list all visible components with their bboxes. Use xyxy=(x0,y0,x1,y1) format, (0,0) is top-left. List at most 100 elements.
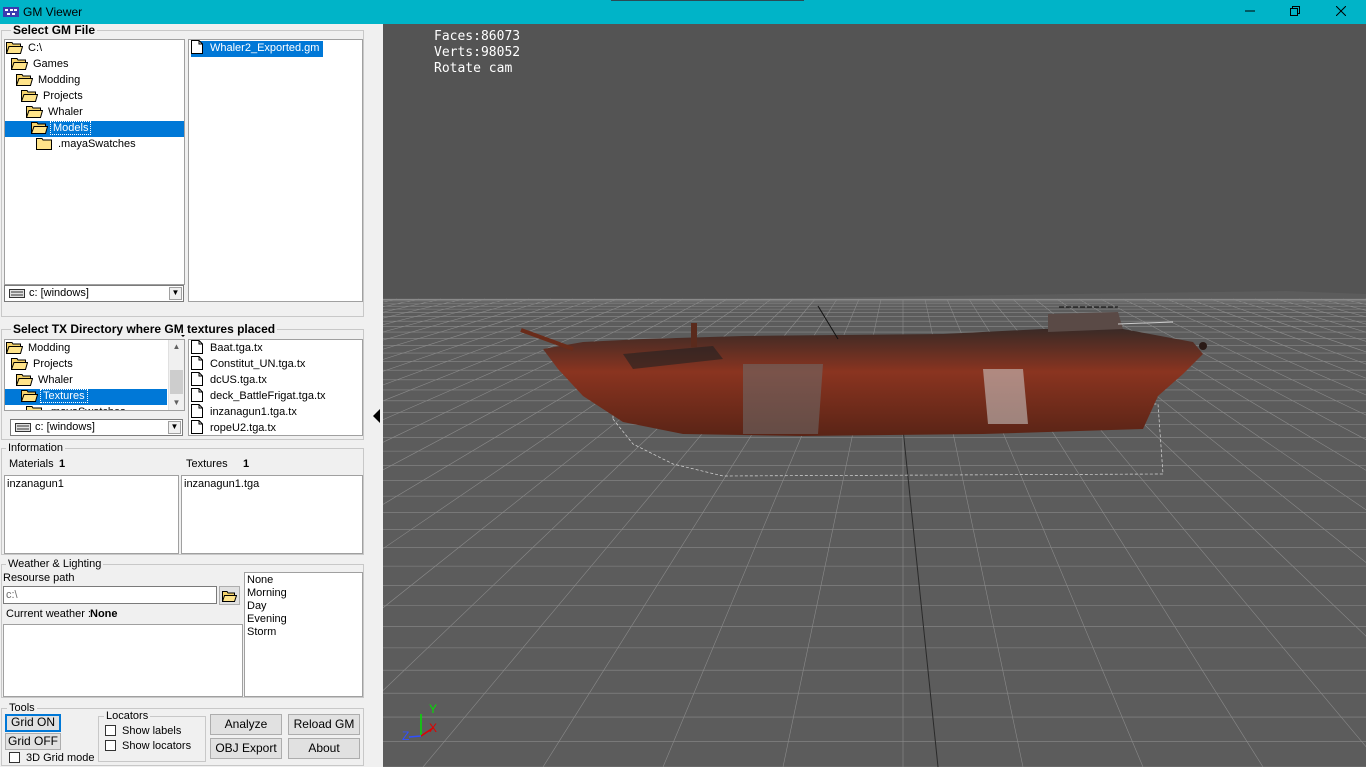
tree-item[interactable]: Projects xyxy=(11,357,75,373)
file-icon xyxy=(191,340,203,355)
scroll-up-icon[interactable]: ▲ xyxy=(169,340,184,354)
reload-gm-button[interactable]: Reload GM xyxy=(288,714,360,735)
tree-item-label: Modding xyxy=(38,74,81,86)
analyze-button[interactable]: Analyze xyxy=(210,714,282,735)
list-item[interactable]: ropeU2.tga.tx xyxy=(191,420,277,435)
current-weather-label: Current weather : xyxy=(6,608,91,620)
weather-options-list[interactable]: None Morning Day Evening Storm xyxy=(244,572,363,697)
z-axis-label: Z xyxy=(402,729,409,743)
tree-item[interactable]: Textures xyxy=(21,389,88,405)
restore-button[interactable] xyxy=(1272,0,1318,24)
minimize-button[interactable] xyxy=(1227,0,1273,24)
weather-option[interactable]: None xyxy=(247,574,273,587)
panel-splitter-arrow-icon[interactable] xyxy=(373,409,380,423)
weather-option[interactable]: Storm xyxy=(247,626,276,639)
folder-open-icon xyxy=(31,121,48,134)
gm-file-list[interactable]: Whaler2_Exported.gm xyxy=(188,39,363,302)
chevron-down-icon[interactable]: ▼ xyxy=(168,421,181,434)
list-item[interactable]: inzanagun1 xyxy=(7,477,64,493)
folder-open-icon xyxy=(16,373,33,386)
weather-option[interactable]: Day xyxy=(247,600,267,613)
list-item-label: dcUS.tga.tx xyxy=(210,374,267,386)
tree-item[interactable]: Modding xyxy=(16,73,82,89)
show-labels-checkbox[interactable]: Show labels xyxy=(105,725,181,738)
resource-path-input[interactable]: c:\ xyxy=(3,586,217,604)
information-title: Information xyxy=(6,442,66,454)
list-item[interactable]: deck_BattleFrigat.tga.tx xyxy=(191,388,326,405)
grid-off-button[interactable]: Grid OFF xyxy=(5,733,61,750)
tx-file-list[interactable]: Baat.tga.tx Constitut_UN.tga.tx dcUS.tga.t… xyxy=(188,339,363,436)
checkbox-box[interactable] xyxy=(105,725,116,736)
stern-deck xyxy=(1048,312,1123,332)
list-item[interactable]: Constitut_UN.tga.tx xyxy=(191,356,305,373)
list-item[interactable]: inzanagun1.tga xyxy=(184,477,259,493)
checkbox-box[interactable] xyxy=(105,740,116,751)
viewport-hud: Faces:86073 Verts:98052 Rotate cam xyxy=(434,29,520,77)
stern-lantern xyxy=(1199,342,1207,350)
tree-item-label: .mayaSwatches xyxy=(46,406,128,410)
folder-icon xyxy=(26,405,42,410)
tree-item[interactable]: .mayaSwatches xyxy=(26,405,128,410)
file-icon xyxy=(191,388,203,403)
list-item[interactable]: inzanagun1.tga.tx xyxy=(191,404,297,421)
list-item[interactable]: Whaler2_Exported.gm xyxy=(189,40,325,58)
current-weather-value: None xyxy=(90,608,118,620)
show-locators-checkbox[interactable]: Show locators xyxy=(105,740,191,753)
tree-item[interactable]: Whaler xyxy=(26,105,85,121)
window-title: GM Viewer xyxy=(23,5,83,19)
scroll-down-icon[interactable]: ▼ xyxy=(169,396,184,410)
tree-item[interactable]: Modding xyxy=(6,341,72,357)
z-axis-line xyxy=(408,735,422,738)
tx-tree-scrollbar[interactable]: ▲ ▼ xyxy=(168,340,184,410)
3d-viewport[interactable]: Y X Z Faces:86073 Verts:98052 Rotate cam xyxy=(383,24,1366,767)
list-item[interactable]: Baat.tga.tx xyxy=(191,340,263,357)
list-item-label: ropeU2.tga.tx xyxy=(210,422,277,434)
tx-drive-label: c: [windows] xyxy=(35,421,95,433)
tree-item[interactable]: Models xyxy=(31,121,92,137)
materials-list[interactable]: inzanagun1 xyxy=(4,475,179,554)
obj-export-button[interactable]: OBJ Export xyxy=(210,738,282,759)
weather-option[interactable]: Evening xyxy=(247,613,287,626)
tree-item-label: Whaler xyxy=(38,374,73,386)
title-bar: GM Viewer xyxy=(0,0,1366,24)
tree-item[interactable]: .mayaSwatches xyxy=(36,137,138,153)
3d-scene[interactable]: Y X Z xyxy=(383,24,1366,767)
restore-icon xyxy=(1290,6,1300,16)
minimize-icon xyxy=(1245,10,1255,12)
weather-option[interactable]: Morning xyxy=(247,587,287,600)
file-icon xyxy=(191,356,203,371)
about-button[interactable]: About xyxy=(288,738,360,759)
gm-folder-tree[interactable]: C:\ Games Modding Projects Whaler Models .maya… xyxy=(4,39,185,285)
tree-item[interactable]: Games xyxy=(11,57,70,73)
folder-open-icon xyxy=(11,357,28,370)
ship-hull xyxy=(543,329,1203,436)
control-panel: Select GM File C:\ Games Modding Projects Wh… xyxy=(0,24,383,767)
tx-drive-select[interactable]: c: [windows] ▼ xyxy=(10,419,183,436)
chevron-down-icon[interactable]: ▼ xyxy=(169,287,182,300)
tree-item[interactable]: Whaler xyxy=(16,373,75,389)
grid-3d-checkbox[interactable]: 3D Grid mode xyxy=(9,752,94,765)
tree-item-label: Whaler xyxy=(48,106,83,118)
checkbox-box[interactable] xyxy=(9,752,20,763)
tx-dir-title: Select TX Directory where GM textures pl… xyxy=(11,322,278,336)
materials-label: Materials xyxy=(9,458,54,470)
gm-file-title: Select GM File xyxy=(11,23,98,37)
drive-icon xyxy=(15,423,31,432)
grid-on-button[interactable]: Grid ON xyxy=(5,714,61,732)
browse-folder-button[interactable] xyxy=(219,586,240,605)
list-item-label: inzanagun1.tga.tx xyxy=(210,406,297,418)
materials-count: 1 xyxy=(59,458,66,470)
gm-drive-select[interactable]: c: [windows] ▼ xyxy=(4,285,184,302)
camera-mode: Rotate cam xyxy=(434,61,513,76)
folder-open-icon xyxy=(6,41,23,54)
tree-item[interactable]: C:\ xyxy=(6,41,44,57)
close-button[interactable] xyxy=(1318,0,1364,24)
list-item[interactable]: dcUS.tga.tx xyxy=(191,372,267,389)
folder-open-icon xyxy=(16,73,33,86)
hull-panel xyxy=(983,369,1028,424)
scroll-thumb[interactable] xyxy=(170,370,183,394)
textures-list[interactable]: inzanagun1.tga xyxy=(181,475,363,554)
tx-folder-tree[interactable]: ▲ ▼ Modding Projects Whaler Textures .mayaSw… xyxy=(4,339,185,411)
tree-item[interactable]: Projects xyxy=(21,89,85,105)
mast-stub xyxy=(691,323,697,347)
